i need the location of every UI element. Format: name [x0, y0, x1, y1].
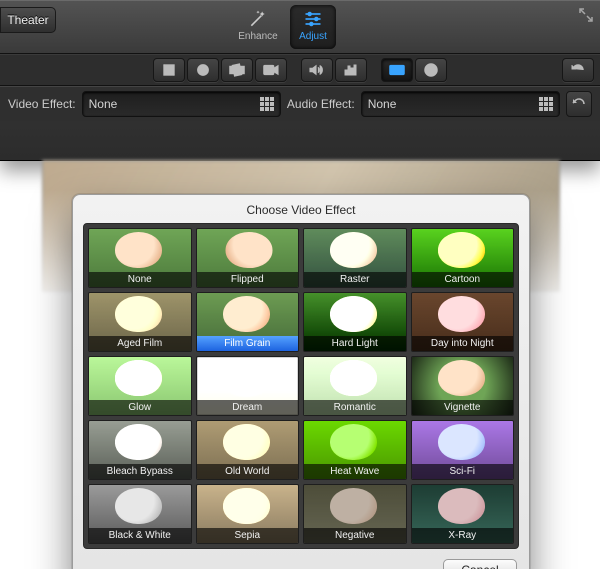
- video-effect-label: Video Effect:: [8, 97, 76, 111]
- effect-grid: None Flipped Raster Cartoon Aged Film Film Gr…: [83, 223, 519, 549]
- effect-film-grain[interactable]: Film Grain: [196, 292, 300, 352]
- adjust-label: Adjust: [290, 31, 336, 42]
- effect-label: None: [89, 272, 191, 287]
- adjust-button[interactable]: Adjust: [290, 5, 336, 49]
- effect-old-world[interactable]: Old World: [196, 420, 300, 480]
- effect-bleach-bypass[interactable]: Bleach Bypass: [88, 420, 192, 480]
- effect-label: Raster: [304, 272, 406, 287]
- tab-straighten[interactable]: [221, 58, 253, 82]
- tab-volume[interactable]: [301, 58, 333, 82]
- tab-eq[interactable]: [335, 58, 367, 82]
- tab-info[interactable]: [415, 58, 447, 82]
- audio-effect-well[interactable]: None: [361, 91, 560, 117]
- effect-sepia[interactable]: Sepia: [196, 484, 300, 544]
- effect-label: Sepia: [197, 528, 299, 543]
- video-effect-value: None: [89, 97, 260, 111]
- grid-icon: [260, 97, 274, 111]
- main-toolbar: Theater Enhance Adjust: [0, 0, 600, 54]
- effect-label: Aged Film: [89, 336, 191, 351]
- effect-x-ray[interactable]: X-Ray: [411, 484, 515, 544]
- expand-icon[interactable]: [578, 7, 594, 23]
- effect-label: Old World: [197, 464, 299, 479]
- effect-label: Romantic: [304, 400, 406, 415]
- tab-camera[interactable]: [255, 58, 287, 82]
- effect-label: Film Grain: [197, 336, 299, 351]
- undo-button[interactable]: [562, 58, 594, 82]
- dialog-title: Choose Video Effect: [73, 195, 529, 223]
- sliders-icon: [302, 9, 324, 29]
- effect-label: Black & White: [89, 528, 191, 543]
- effect-label: X-Ray: [412, 528, 514, 543]
- inspector-tabs: [0, 54, 600, 86]
- effect-black-white[interactable]: Black & White: [88, 484, 192, 544]
- effect-glow[interactable]: Glow: [88, 356, 192, 416]
- effect-cartoon[interactable]: Cartoon: [411, 228, 515, 288]
- effect-label: Vignette: [412, 400, 514, 415]
- app-window: Theater Enhance Adjust Video Effect: Non…: [0, 0, 600, 161]
- effect-label: Hard Light: [304, 336, 406, 351]
- effect-sci-fi[interactable]: Sci-Fi: [411, 420, 515, 480]
- tab-crop[interactable]: [153, 58, 185, 82]
- effect-vignette[interactable]: Vignette: [411, 356, 515, 416]
- effect-flipped[interactable]: Flipped: [196, 228, 300, 288]
- effect-label: Glow: [89, 400, 191, 415]
- effects-bar: Video Effect: None Audio Effect: None: [0, 86, 600, 121]
- effect-label: Flipped: [197, 272, 299, 287]
- effect-label: Negative: [304, 528, 406, 543]
- grid-icon: [539, 97, 553, 111]
- audio-effect-value: None: [368, 97, 539, 111]
- effect-label: Sci-Fi: [412, 464, 514, 479]
- tab-color[interactable]: [187, 58, 219, 82]
- audio-effect-label: Audio Effect:: [287, 97, 355, 111]
- tab-effects[interactable]: [381, 58, 413, 82]
- choose-video-effect-dialog: Choose Video Effect None Flipped Raster Car…: [72, 194, 530, 569]
- effect-dream[interactable]: Dream: [196, 356, 300, 416]
- effect-label: Bleach Bypass: [89, 464, 191, 479]
- effect-heat-wave[interactable]: Heat Wave: [303, 420, 407, 480]
- effect-aged-film[interactable]: Aged Film: [88, 292, 192, 352]
- video-effect-well[interactable]: None: [82, 91, 281, 117]
- reset-button[interactable]: [566, 91, 592, 117]
- wand-icon: [247, 9, 269, 29]
- theater-button[interactable]: Theater: [0, 7, 56, 33]
- effect-label: Cartoon: [412, 272, 514, 287]
- effect-label: Day into Night: [412, 336, 514, 351]
- effect-negative[interactable]: Negative: [303, 484, 407, 544]
- effect-label: Heat Wave: [304, 464, 406, 479]
- effect-romantic[interactable]: Romantic: [303, 356, 407, 416]
- enhance-label: Enhance: [235, 31, 281, 42]
- effect-hard-light[interactable]: Hard Light: [303, 292, 407, 352]
- effect-day-into-night[interactable]: Day into Night: [411, 292, 515, 352]
- cancel-button[interactable]: Cancel: [443, 559, 517, 569]
- effect-raster[interactable]: Raster: [303, 228, 407, 288]
- enhance-button[interactable]: Enhance: [235, 5, 281, 49]
- effect-label: Dream: [197, 400, 299, 415]
- effect-none[interactable]: None: [88, 228, 192, 288]
